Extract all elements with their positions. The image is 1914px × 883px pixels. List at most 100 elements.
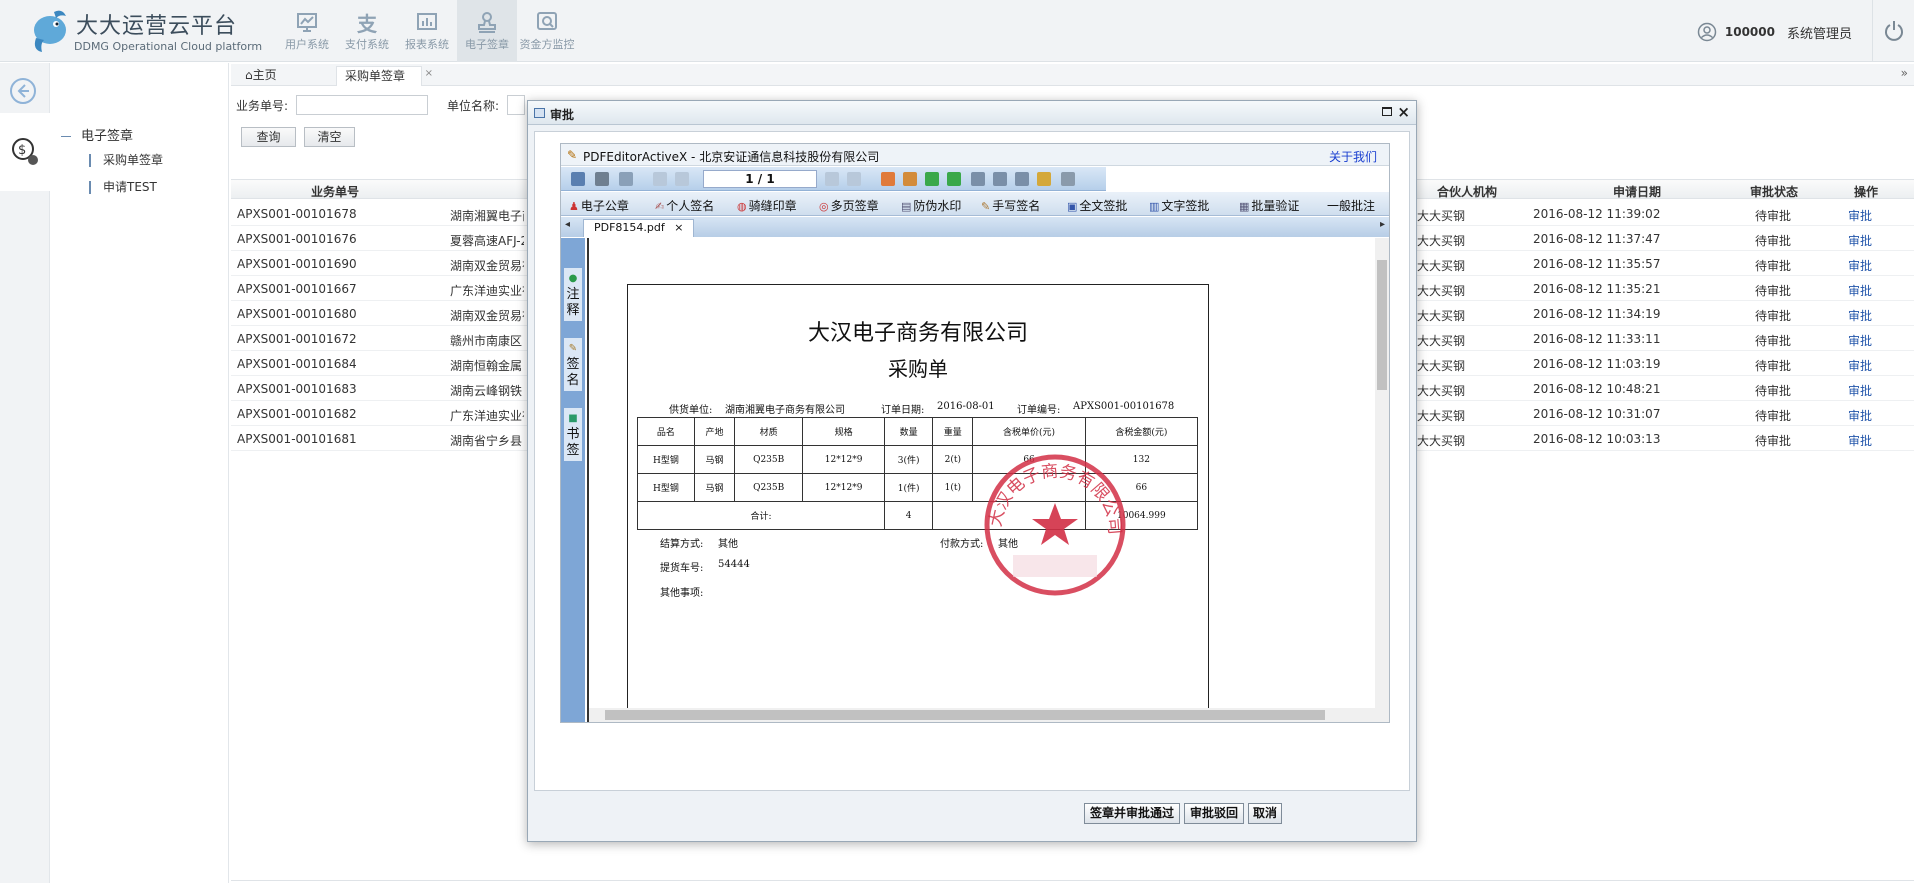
properties-icon[interactable] [619,172,633,186]
pdf-doc-title: 采购单 [888,357,948,381]
clear-button[interactable]: 清空 [304,127,355,147]
cell-date: 2016-08-12 11:35:57 [1533,257,1661,271]
tool-full-text-sign[interactable]: ▣ 全文签批 [1067,197,1127,214]
settings-icon[interactable] [1061,172,1075,186]
sign-and-approve-button[interactable]: 签章并审批通过 [1084,803,1180,824]
close-icon[interactable]: × [1397,103,1410,121]
cell-biz-no: APXS001-00101678 [237,207,357,221]
biz-no-input[interactable] [296,95,428,115]
save-icon[interactable] [571,172,585,186]
bookmark-icon: ■ [568,413,578,424]
side-tab-signatures[interactable]: ✎ 签名 [564,338,582,391]
horizontal-scrollbar[interactable] [589,708,1389,722]
close-icon[interactable]: × [674,221,683,234]
zoom-out-icon[interactable] [903,172,917,186]
cancel-button[interactable]: 取消 [1248,803,1282,824]
module-e-signature[interactable]: $ [0,113,50,191]
actual-size-icon[interactable] [1015,172,1029,186]
last-page-icon[interactable] [847,172,861,186]
scroll-thumb[interactable] [605,710,1325,720]
pdf-cell: Q235B [734,445,804,474]
approve-link[interactable]: 审批 [1848,382,1872,399]
tab-purchase-sign[interactable]: 采购单签章 × [336,66,433,86]
tool-company-seal[interactable]: ♟ 电子公章 [569,197,629,214]
pdf-viewer[interactable]: 大汉电子商务有限公司 采购单 供货单位: 湖南湘翼电子商务有限公司 订单日期: … [587,238,1389,722]
side-menu: 电子签章 采购单签章 申请TEST [51,63,229,883]
menu-item-purchase-sign[interactable]: 采购单签章 [89,154,163,167]
menu-group-e-signature[interactable]: 电子签章 [61,125,133,144]
approve-link[interactable]: 审批 [1848,307,1872,324]
scroll-thumb[interactable] [1377,260,1387,390]
nav-e-signature[interactable]: 电子签章 [457,0,517,62]
tool-multi-page-seal[interactable]: ◎ 多页签章 [819,197,879,214]
pdf-header-cell: 重量 [932,417,974,446]
tool-label: 电子公章 [580,199,629,213]
approve-link[interactable]: 审批 [1848,282,1872,299]
tool-label: 批量验证 [1251,199,1300,213]
user-area[interactable]: 100000 系统管理员 [1697,22,1852,42]
tool-batch-verify[interactable]: ▦ 批量验证 [1239,197,1299,214]
maximize-icon[interactable] [1382,107,1392,116]
reject-button[interactable]: 审批驳回 [1184,803,1244,824]
page-indicator[interactable]: 1 / 1 [703,170,817,188]
approve-link[interactable]: 审批 [1848,207,1872,224]
zoom-in-icon[interactable] [881,172,895,186]
approve-link[interactable]: 审批 [1848,407,1872,424]
tool-handwrite[interactable]: ✎ 手写签名 [981,197,1040,214]
nav-fund-monitor[interactable]: 资金方监控 [517,0,577,62]
pdf-order-date-label: 订单日期: [881,405,925,416]
tool-seam-seal[interactable]: ◍ 骑缝印章 [737,197,797,214]
tool-watermark[interactable]: ▤ 防伪水印 [901,197,961,214]
about-link[interactable]: 关于我们 [1329,148,1377,165]
tool-annotate[interactable]: 一般批注 [1327,197,1375,214]
rotate-left-icon[interactable] [925,172,939,186]
query-button[interactable]: 查询 [241,127,296,147]
rotate-right-icon[interactable] [947,172,961,186]
user-id: 100000 [1724,25,1775,39]
next-page-icon[interactable] [825,172,839,186]
approve-link[interactable]: 审批 [1848,257,1872,274]
tool-personal-sign[interactable]: ✍ 个人签名 [655,197,714,214]
print-icon[interactable] [595,172,609,186]
scroll-left-icon[interactable]: ◂ [565,219,570,230]
close-icon[interactable]: × [425,64,433,83]
pencil-icon[interactable] [1037,172,1051,186]
logout-button[interactable] [1872,0,1914,62]
side-tab-bookmarks[interactable]: ■ 书签 [564,408,582,461]
nav-user-system[interactable]: 用户系统 [277,0,337,62]
dialog-titlebar[interactable]: 审批 × [528,101,1416,125]
tab-home[interactable]: ⌂主页 [237,66,285,86]
pdf-cell: 12*12*9 [802,473,886,502]
double-chevron-down-icon[interactable]: » [1901,66,1908,80]
cell-biz-no: APXS001-00101682 [237,407,357,421]
seal-icon: ♟ [569,200,579,213]
fit-page-icon[interactable] [993,172,1007,186]
collapse-button[interactable] [9,77,37,108]
approve-link[interactable]: 审批 [1848,232,1872,249]
cell-unit: 广东洋迪实业有 [450,284,524,298]
fit-width-icon[interactable] [971,172,985,186]
cell-date: 2016-08-12 11:35:21 [1533,282,1661,296]
scroll-right-icon[interactable]: ▸ [1380,219,1385,230]
nav-report-system[interactable]: 报表系统 [397,0,457,62]
cell-partner: 大大买钢 [1417,334,1466,348]
prev-page-icon[interactable] [675,172,689,186]
unit-name-input[interactable] [507,95,525,115]
cell-status: 待审批 [1755,284,1792,298]
doc-tab[interactable]: PDF8154.pdf × [583,219,695,237]
nav-payment-system[interactable]: 支 支付系统 [337,0,397,62]
pdf-cell: 1(件) [884,473,934,502]
approve-link[interactable]: 审批 [1848,357,1872,374]
first-page-icon[interactable] [653,172,667,186]
menu-item-apply-test[interactable]: 申请TEST [89,181,157,194]
cell-date: 2016-08-12 11:34:19 [1533,307,1661,321]
vertical-scrollbar[interactable] [1375,238,1389,708]
pdf-settlement: 其他 [718,539,738,550]
approve-link[interactable]: 审批 [1848,332,1872,349]
tool-label: 文字签批 [1161,199,1210,213]
pdf-total-qty: 4 [884,501,934,530]
side-tab-annotations[interactable]: ● 注释 [564,268,582,321]
pdf-company: 大汉电子商务有限公司 [807,321,1028,346]
tool-text-sign[interactable]: ▥ 文字签批 [1149,197,1209,214]
approve-link[interactable]: 审批 [1848,432,1872,449]
